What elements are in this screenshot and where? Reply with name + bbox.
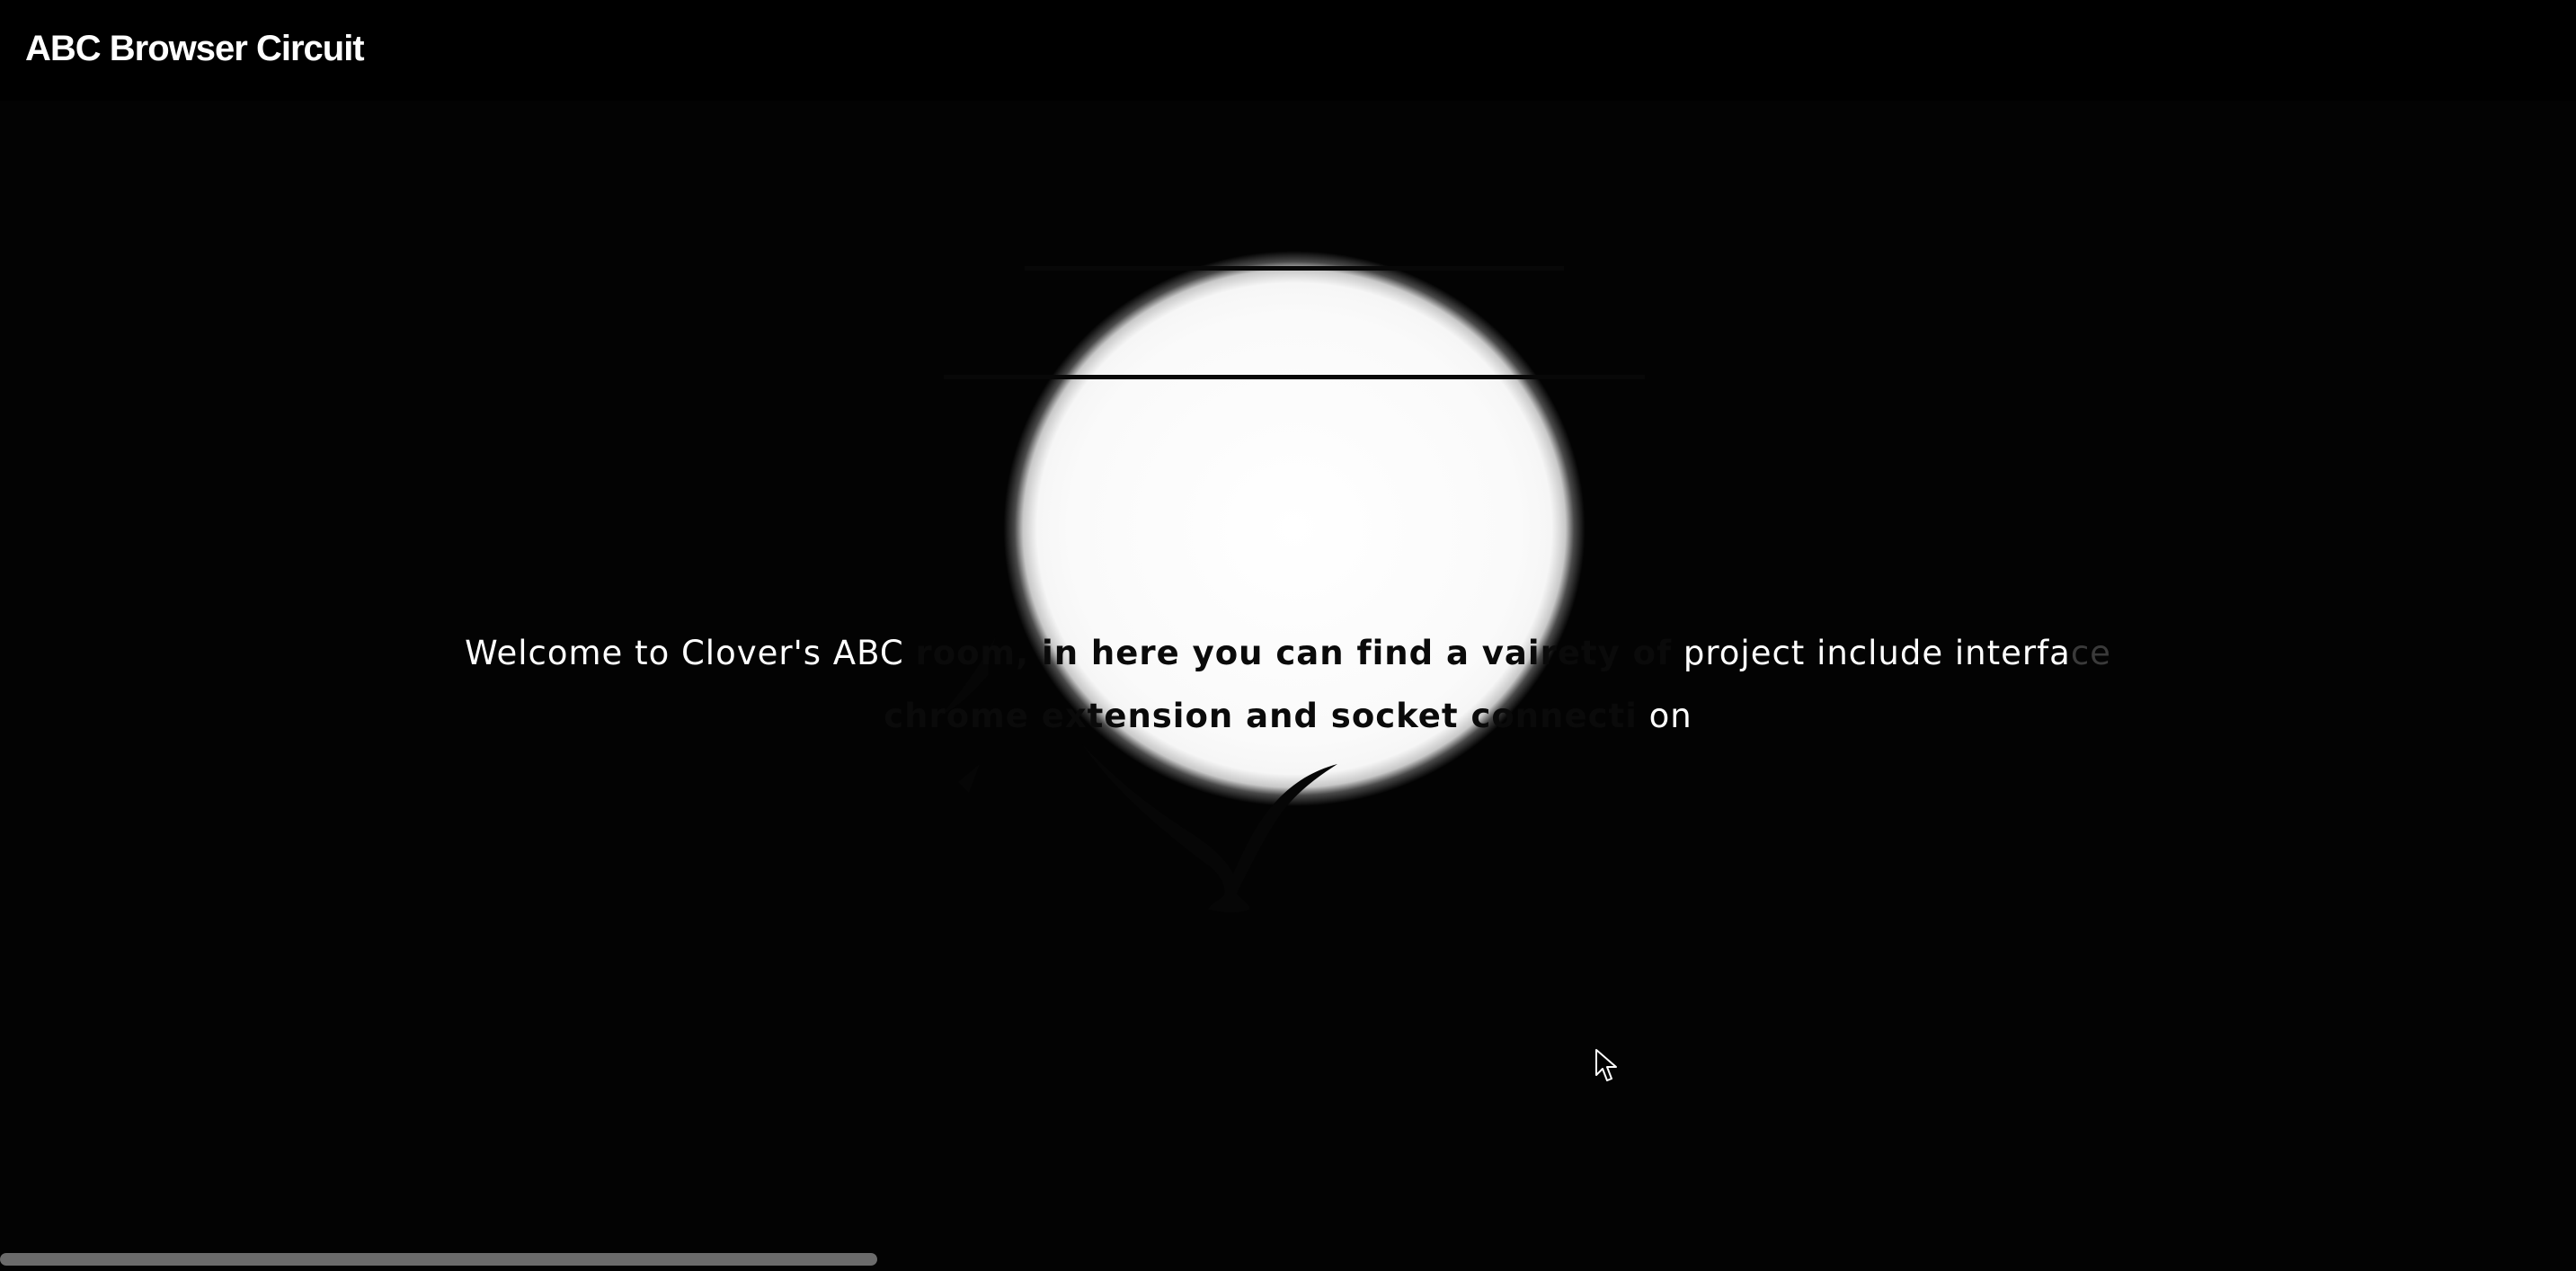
site-title[interactable]: ABC Browser Circuit xyxy=(25,25,365,72)
welcome-segment-light-3: on xyxy=(1637,697,1692,735)
welcome-segment-dark-2: chrome extension and socket connecti xyxy=(884,697,1638,735)
page: ABC Browser Circuit Welcome to Clover's … xyxy=(0,0,2576,1271)
horizontal-line-bottom xyxy=(944,375,1645,379)
welcome-text-line-2: chrome extension and socket connecti on xyxy=(0,685,2576,748)
horizontal-scrollbar-thumb[interactable] xyxy=(0,1253,877,1266)
mouse-pointer-icon xyxy=(1595,1049,1617,1081)
welcome-segment-light: Welcome to Clover's ABC xyxy=(465,634,916,672)
welcome-segment-fade: ce xyxy=(2070,634,2111,672)
bird-silhouette-icon xyxy=(1082,744,1337,913)
welcome-text-line-1: Welcome to Clover's ABC room, in here yo… xyxy=(0,622,2576,685)
welcome-segment-light-2: project include interfa xyxy=(1672,634,2071,672)
horizontal-line-top xyxy=(1025,266,1564,271)
welcome-segment-dark: room, in here you can find a vairety of xyxy=(915,634,1673,672)
top-header: ABC Browser Circuit xyxy=(0,0,2576,101)
